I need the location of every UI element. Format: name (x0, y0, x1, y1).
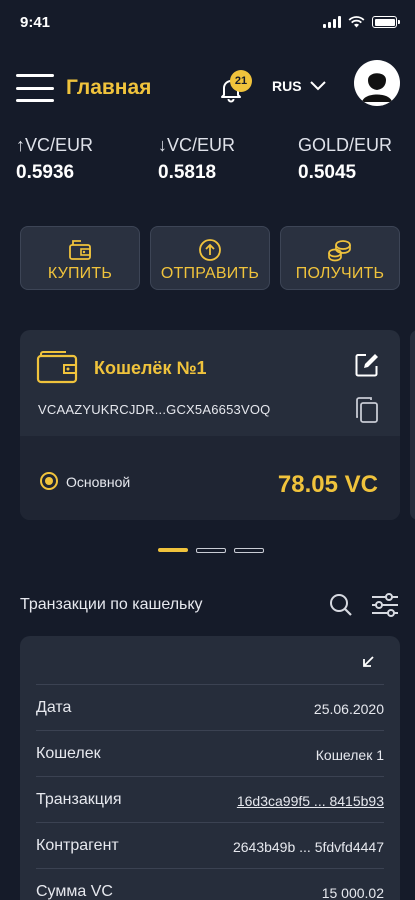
status-icons (323, 16, 400, 28)
transaction-row-date: Дата 25.06.2020 (36, 684, 384, 730)
transactions-header: Транзакции по кашельку (20, 590, 400, 622)
rate-label: ↓VC/EUR (158, 135, 236, 155)
rate-value: 0.5818 (158, 162, 217, 183)
transaction-value: 25.06.2020 (313, 701, 384, 717)
transaction-value: Кошелек 1 (315, 747, 384, 763)
rate-gold-eur: GOLD/EUR 0.5045 (298, 135, 392, 184)
rate-vc-eur-down: ↓VC/EUR 0.5818 (158, 135, 235, 184)
transaction-row-hash: Транзакция 16d3ca99f5 ... 8415b93 (36, 776, 384, 822)
receive-button-label: ПОЛУЧИТЬ (295, 265, 385, 282)
send-button[interactable]: ОТПРАВИТЬ (150, 226, 270, 290)
exchange-rates: ↑VC/EUR 0.5936 ↓VC/EUR 0.5818 GOLD/EUR 0… (0, 135, 415, 195)
wallet-name: Кошелёк №1 (94, 358, 207, 378)
next-wallet-card-peek[interactable] (410, 330, 415, 520)
app-header: Главная 21 RUS (0, 58, 415, 116)
transaction-key: Дата (36, 699, 72, 716)
wallet-card[interactable]: Кошелёк №1 VCAAZYUKRCJDR...GCX5A6653VOQ … (20, 330, 400, 520)
user-avatar[interactable] (354, 60, 400, 106)
status-bar: 9:41 (0, 0, 415, 44)
user-avatar-icon (355, 61, 399, 105)
filter-icon[interactable] (370, 592, 400, 618)
wallet-card-footer: Основной 78.05 VC (20, 436, 400, 520)
search-icon[interactable] (328, 592, 354, 618)
wallet-balance: 78.05 VC (277, 471, 378, 498)
buy-button-label: КУПИТЬ (47, 265, 113, 282)
rate-value: 0.5936 (16, 162, 75, 183)
carousel-dot[interactable] (234, 548, 264, 553)
battery-icon (372, 16, 400, 28)
transactions-title: Транзакции по кашельку (20, 596, 203, 613)
rate-vc-eur-up: ↑VC/EUR 0.5936 (16, 135, 93, 184)
rate-value: 0.5045 (298, 162, 357, 183)
wallet-card-header: Кошелёк №1 VCAAZYUKRCJDR...GCX5A6653VOQ (20, 330, 400, 436)
transaction-value: 2643b49b ... 5fdvfd4447 (232, 839, 384, 855)
page-title: Главная (66, 76, 152, 99)
transaction-hash-link[interactable]: 16d3ca99f5 ... 8415b93 (237, 793, 384, 809)
receive-button[interactable]: ПОЛУЧИТЬ (280, 226, 400, 290)
carousel-dot[interactable] (196, 548, 226, 553)
transaction-key: Кошелек (36, 745, 101, 762)
transaction-key: Контрагент (36, 837, 119, 854)
chevron-down-icon (309, 81, 326, 91)
rate-label: ↑VC/EUR (16, 135, 94, 155)
send-button-label: ОТПРАВИТЬ (160, 265, 260, 282)
transaction-key: Сумма VC (36, 883, 113, 900)
transaction-value: 15 000.02 (321, 885, 384, 900)
transaction-row-wallet: Кошелек Кошелек 1 (36, 730, 384, 776)
transaction-key: Транзакция (36, 791, 122, 808)
wallet-icon (36, 351, 78, 384)
primary-wallet-radio[interactable] (40, 472, 58, 490)
buy-button[interactable]: КУПИТЬ (20, 226, 140, 290)
status-time: 9:41 (20, 13, 51, 31)
notification-badge: 21 (230, 70, 252, 92)
rate-label: GOLD/EUR (298, 135, 393, 155)
send-arrow-icon (199, 239, 221, 261)
transaction-row-amount: Сумма VC 15 000.02 (36, 868, 384, 900)
transaction-row-counterparty: Контрагент 2643b49b ... 5fdvfd4447 (36, 822, 384, 868)
arrow-down-left-icon (363, 656, 374, 667)
carousel-indicator (158, 548, 264, 553)
signal-icon (323, 16, 341, 28)
copy-icon[interactable] (354, 396, 380, 424)
carousel-dot-active[interactable] (158, 548, 188, 552)
wallet-type-label: Основной (66, 474, 131, 490)
wifi-icon (348, 16, 365, 28)
action-buttons: КУПИТЬ ОТПРАВИТЬ ПОЛУЧИТЬ (0, 226, 415, 290)
hamburger-icon[interactable] (16, 74, 54, 102)
edit-icon[interactable] (354, 352, 380, 378)
language-label: RUS (272, 78, 302, 94)
wallet-buy-icon (69, 240, 91, 260)
coins-icon (328, 240, 351, 262)
language-selector[interactable]: RUS (272, 78, 326, 94)
transaction-card[interactable]: Дата 25.06.2020 Кошелек Кошелек 1 Транза… (20, 636, 400, 900)
wallet-address: VCAAZYUKRCJDR...GCX5A6653VOQ (38, 402, 271, 417)
